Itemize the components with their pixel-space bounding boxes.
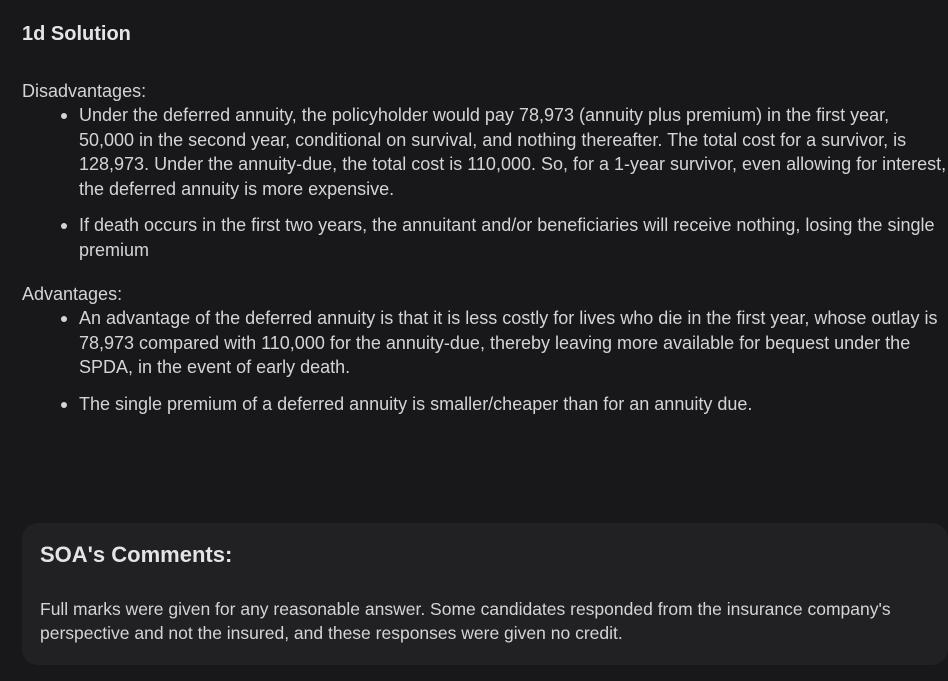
advantages-list: An advantage of the deferred annuity is … [22, 306, 948, 416]
list-item: If death occurs in the first two years, … [22, 213, 948, 262]
comments-text: Full marks were given for any reasonable… [40, 599, 891, 643]
solution-title: 1d Solution [22, 23, 131, 45]
list-item: An advantage of the deferred annuity is … [22, 306, 948, 380]
soa-comments-panel: SOA's Comments: Full marks were given fo… [22, 523, 948, 665]
list-item: The single premium of a deferred annuity… [22, 392, 948, 417]
solution-page: 1d Solution Disadvantages: Under the def… [0, 0, 948, 681]
comments-title: SOA's Comments: [40, 542, 233, 567]
list-item: Under the deferred annuity, the policyho… [22, 103, 948, 201]
advantages-label: Advantages: [22, 284, 123, 304]
disadvantages-label: Disadvantages: [22, 81, 147, 101]
disadvantages-list: Under the deferred annuity, the policyho… [22, 103, 948, 262]
